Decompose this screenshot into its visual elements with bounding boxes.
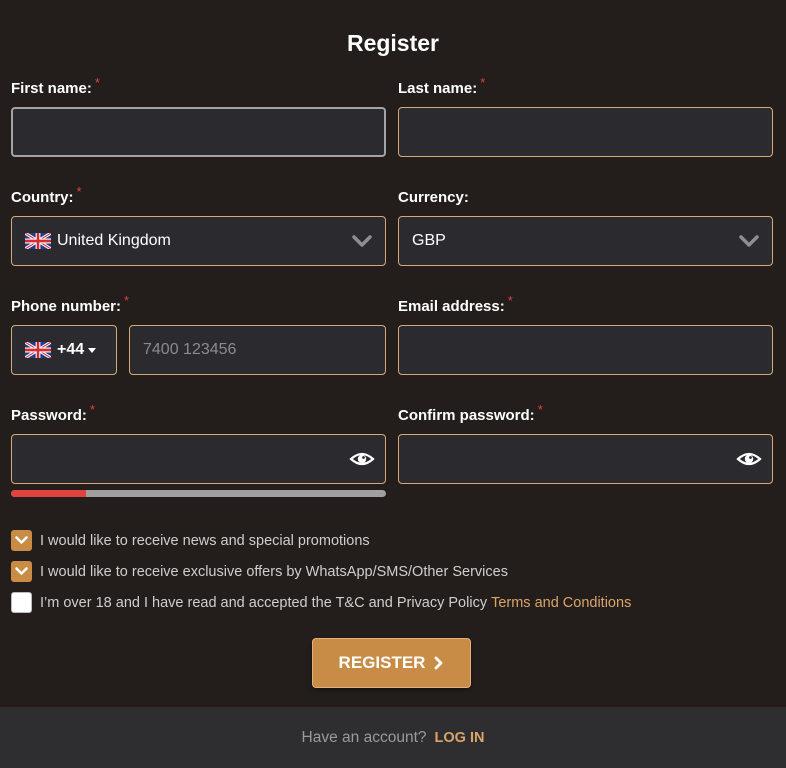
email-input-box bbox=[398, 325, 773, 375]
password-input-box bbox=[11, 434, 386, 484]
exclusive-offers-label: I would like to receive exclusive offers… bbox=[40, 563, 508, 580]
first-name-field: First name: * bbox=[11, 75, 386, 157]
last-name-input[interactable] bbox=[399, 108, 772, 156]
confirm-password-input-box bbox=[398, 434, 773, 484]
currency-field: Currency: GBP bbox=[398, 189, 773, 266]
phone-number-wrapper bbox=[129, 298, 386, 375]
email-field: Email address: * bbox=[398, 293, 773, 375]
phone-code-select[interactable]: +44 bbox=[11, 325, 117, 375]
last-name-label: Last name: bbox=[398, 80, 478, 97]
email-input[interactable] bbox=[399, 326, 772, 374]
eye-icon[interactable] bbox=[736, 448, 762, 470]
required-marker: * bbox=[89, 402, 95, 417]
password-strength-bar bbox=[11, 490, 386, 497]
currency-label: Currency: bbox=[398, 189, 469, 206]
last-name-input-box bbox=[398, 107, 773, 157]
eye-icon[interactable] bbox=[349, 448, 375, 470]
confirm-password-label: Confirm password: bbox=[398, 407, 535, 424]
checkmark-icon bbox=[15, 536, 28, 544]
login-link[interactable]: LOG IN bbox=[435, 730, 485, 746]
required-marker: * bbox=[76, 184, 82, 199]
phone-code-value: +44 bbox=[57, 341, 85, 358]
news-promotions-label: I would like to receive news and special… bbox=[40, 532, 370, 549]
confirm-password-input[interactable] bbox=[399, 435, 772, 483]
password-field: Password: * bbox=[11, 402, 386, 484]
news-promotions-checkbox[interactable] bbox=[11, 530, 32, 551]
page-title: Register bbox=[346, 30, 440, 56]
phone-code-wrapper: +44 bbox=[11, 298, 117, 375]
email-label: Email address: bbox=[398, 298, 505, 315]
required-marker: * bbox=[94, 75, 100, 90]
caret-down-icon bbox=[88, 348, 96, 353]
confirm-password-field: Confirm password: * bbox=[398, 402, 773, 484]
currency-select[interactable]: GBP bbox=[398, 216, 773, 266]
chevron-down-icon bbox=[352, 235, 372, 247]
required-marker: * bbox=[480, 75, 486, 90]
first-name-label: First name: bbox=[11, 80, 92, 97]
country-value: United Kingdom bbox=[57, 232, 171, 249]
footer: Have an account? LOG IN bbox=[0, 707, 786, 768]
uk-flag-icon bbox=[25, 232, 51, 249]
country-field: Country: * United Kingdom bbox=[11, 184, 386, 266]
country-label: Country: bbox=[11, 189, 74, 206]
register-button[interactable]: REGISTER bbox=[312, 638, 471, 688]
exclusive-offers-checkbox[interactable] bbox=[11, 561, 32, 582]
phone-number-input[interactable] bbox=[130, 326, 385, 374]
phone-number-input-box bbox=[129, 325, 386, 375]
last-name-field: Last name: * bbox=[398, 75, 773, 157]
password-strength-fill bbox=[11, 490, 86, 497]
terms-and-conditions-link[interactable]: Terms and Conditions bbox=[491, 595, 631, 611]
required-marker: * bbox=[537, 402, 543, 417]
terms-option[interactable]: I’m over 18 and I have read and accepted… bbox=[11, 592, 631, 613]
checkmark-icon bbox=[15, 567, 28, 575]
uk-flag-icon bbox=[25, 341, 51, 358]
terms-label: I’m over 18 and I have read and accepted… bbox=[40, 594, 488, 611]
password-label: Password: bbox=[11, 407, 87, 424]
have-account-text: Have an account? bbox=[301, 728, 427, 746]
currency-value: GBP bbox=[412, 232, 446, 249]
first-name-input-box bbox=[11, 107, 386, 157]
exclusive-offers-option[interactable]: I would like to receive exclusive offers… bbox=[11, 561, 508, 582]
country-select[interactable]: United Kingdom bbox=[11, 216, 386, 266]
required-marker: * bbox=[507, 293, 513, 308]
terms-checkbox[interactable] bbox=[11, 592, 32, 613]
news-promotions-option[interactable]: I would like to receive news and special… bbox=[11, 530, 370, 551]
first-name-input[interactable] bbox=[13, 109, 384, 155]
chevron-right-icon bbox=[435, 656, 443, 670]
chevron-down-icon bbox=[739, 235, 759, 247]
register-button-label: REGISTER bbox=[338, 653, 426, 672]
password-input[interactable] bbox=[12, 435, 385, 483]
